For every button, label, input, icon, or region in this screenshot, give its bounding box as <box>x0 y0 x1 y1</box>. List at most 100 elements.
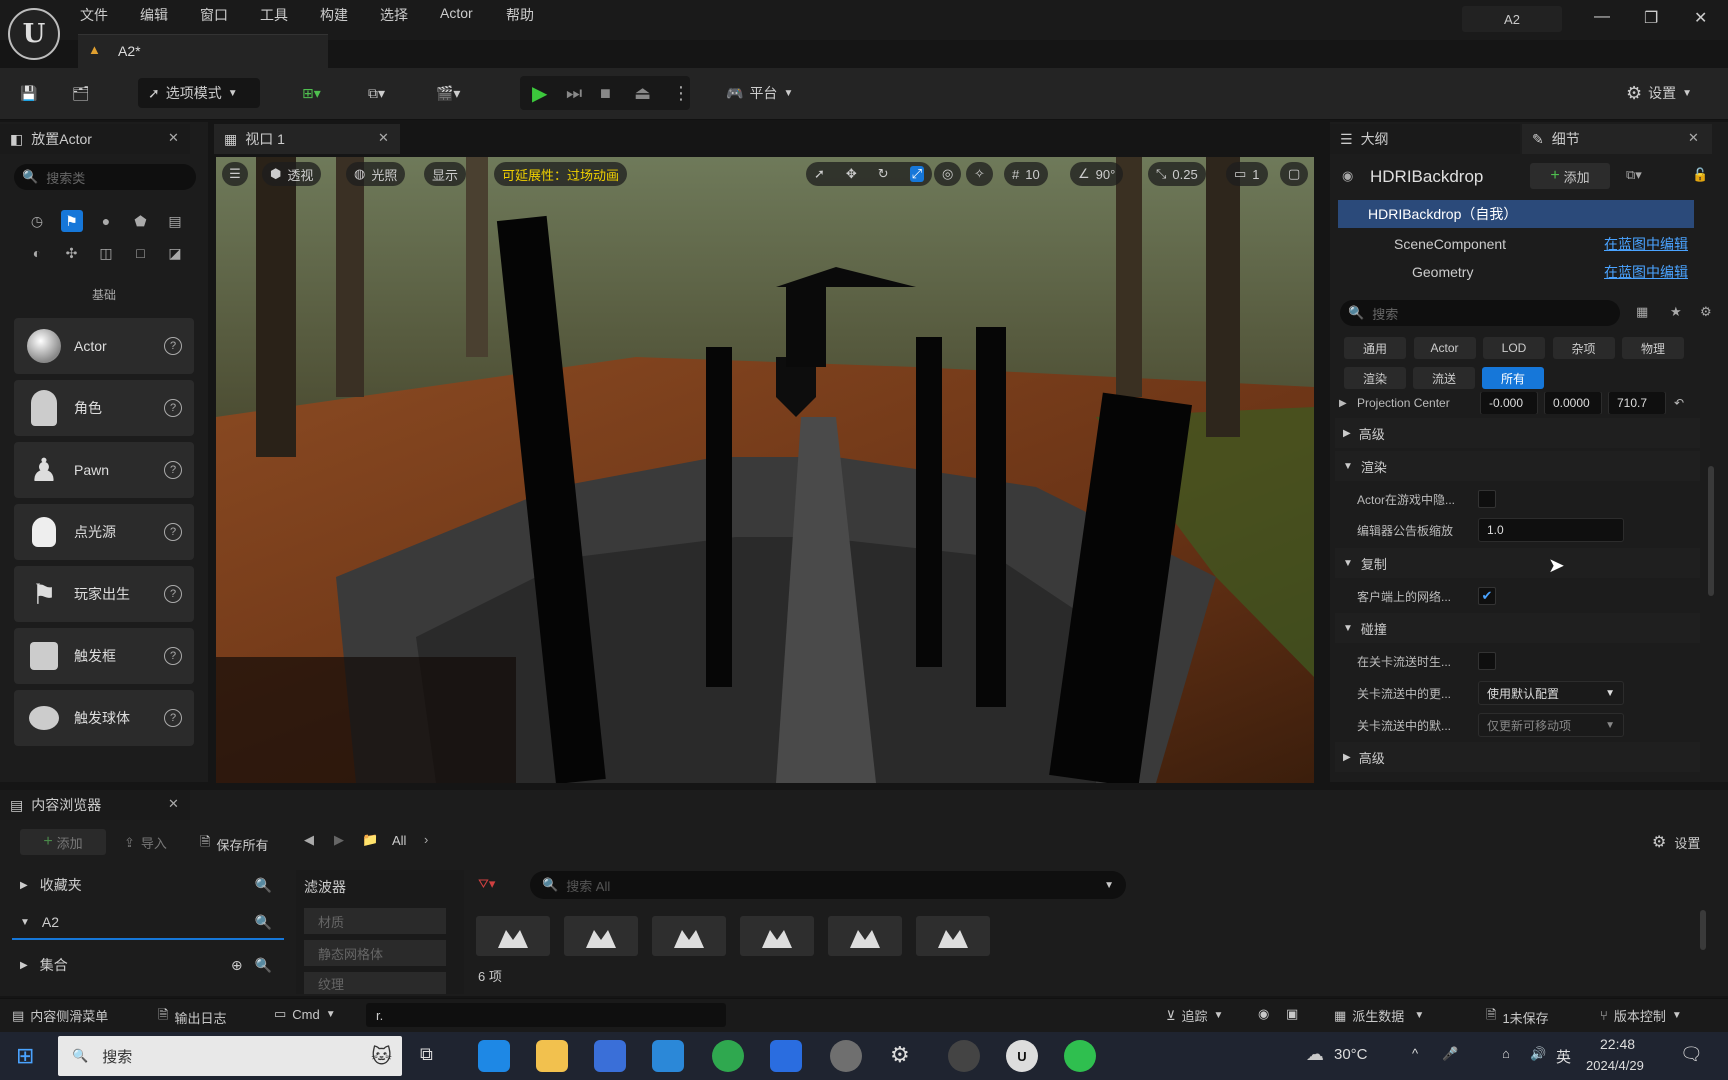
help-icon[interactable]: ? <box>164 523 182 541</box>
play-icon[interactable]: ▶ <box>532 78 547 108</box>
menu-select[interactable]: 选择 <box>380 5 408 25</box>
close-window-icon[interactable]: ✕ <box>1694 8 1707 28</box>
section-replication[interactable]: ▼ 复制 <box>1335 548 1700 578</box>
projection-x-field[interactable]: -0.000 <box>1480 392 1538 414</box>
help-icon[interactable]: ? <box>164 647 182 665</box>
filter-lod[interactable]: LOD <box>1483 337 1545 359</box>
expand-arrow-icon[interactable]: ▶ <box>1335 398 1357 409</box>
perspective-button[interactable]: ⬢ 透视 <box>262 162 322 186</box>
menu-actor[interactable]: Actor <box>440 5 473 21</box>
viewport-tab[interactable]: ▦ 视口 1 <box>214 124 400 154</box>
restore-icon[interactable]: ❐ <box>1644 8 1658 28</box>
console-input[interactable]: r. <box>366 1003 726 1027</box>
filter-rendering[interactable]: 渲染 <box>1344 367 1406 389</box>
menu-window[interactable]: 窗口 <box>200 5 228 25</box>
unreal-engine-icon[interactable]: U <box>1006 1040 1038 1072</box>
recent-icon[interactable]: ◷ <box>26 210 48 232</box>
screenshot-icon[interactable]: ▣ <box>1286 1006 1298 1022</box>
add-collection-icon[interactable]: ⊕ <box>231 957 243 974</box>
stream-generate-checkbox[interactable] <box>1478 652 1496 670</box>
store-icon[interactable] <box>594 1040 626 1072</box>
component-row-geometry[interactable]: Geometry 在蓝图中编辑 <box>1364 262 1694 282</box>
outliner-tab[interactable]: ☰ 大纲 <box>1330 124 1520 154</box>
details-scrollbar[interactable] <box>1708 466 1714 596</box>
billboard-scale-field[interactable]: 1.0 <box>1478 518 1624 542</box>
shapes-icon[interactable]: ⬟ <box>130 210 152 232</box>
search-icon[interactable]: 🔍 <box>255 957 272 974</box>
save-all-button[interactable]: 🗎 保存所有 <box>200 833 268 855</box>
actor-item-point-light[interactable]: 点光源 ? <box>14 504 194 560</box>
section-advanced[interactable]: ▶ 高级 <box>1335 418 1700 448</box>
lock-icon[interactable]: 🔓 <box>1692 167 1708 183</box>
save-icon[interactable]: 💾 <box>20 78 37 108</box>
forward-icon[interactable]: ▶ <box>334 832 344 848</box>
scalability-warning[interactable]: 可延展性：过场动画 <box>494 162 628 186</box>
settings-gear-icon[interactable]: ⚙ <box>890 1042 910 1068</box>
actor-item-player-start[interactable]: ⚑ 玩家出生 ? <box>14 566 194 622</box>
minimize-icon[interactable]: — <box>1594 8 1610 26</box>
projection-z-field[interactable]: 710.7 <box>1608 392 1666 414</box>
visual-effects-icon[interactable]: ◐ <box>26 242 48 264</box>
stop-icon[interactable]: ■ <box>600 78 611 108</box>
viewport-menu-icon[interactable]: ☰ <box>222 162 248 186</box>
section-collision[interactable]: ▼ 碰撞 <box>1335 613 1700 643</box>
maximize-viewport-icon[interactable]: ▢ <box>1280 162 1309 186</box>
close-panel-icon[interactable]: ✕ <box>168 796 179 812</box>
import-button[interactable]: ⇪ 导入 <box>124 833 167 852</box>
asset-search-input[interactable]: 🔍 搜索 All ▼ <box>530 871 1126 899</box>
trace-button[interactable]: ⊻ 追踪 ▼ <box>1166 1006 1223 1025</box>
mail-icon[interactable] <box>652 1040 684 1072</box>
chevron-right-icon[interactable]: › <box>424 832 428 847</box>
actor-search-input[interactable]: 🔍 搜索类 <box>14 164 196 190</box>
asset-thumbnail[interactable] <box>476 916 550 956</box>
add-content-icon[interactable]: ⊞▾ <box>302 78 321 108</box>
basic-icon[interactable]: ⚑ <box>60 210 83 232</box>
asset-thumbnail[interactable] <box>828 916 902 956</box>
rotation-snap-button[interactable]: ∠ 90° <box>1070 162 1124 186</box>
gear-icon[interactable]: ⚙ <box>1700 304 1712 320</box>
level-viewport[interactable] <box>216 157 1314 783</box>
clock-date[interactable]: 2024/4/29 <box>1586 1058 1644 1073</box>
cmd-dropdown[interactable]: ▭ Cmd ▼ <box>274 1006 336 1022</box>
more-categories-icon[interactable]: ◪ <box>164 242 186 264</box>
filter-static-mesh[interactable]: 静态网格体 <box>304 940 446 966</box>
edit-in-blueprint-link[interactable]: 在蓝图中编辑 <box>1604 234 1694 254</box>
edit-in-blueprint-link[interactable]: 在蓝图中编辑 <box>1604 262 1694 282</box>
section-rendering[interactable]: ▼ 渲染 <box>1335 451 1700 481</box>
details-search-input[interactable]: 🔍 搜索 <box>1340 300 1620 326</box>
actor-item-pawn[interactable]: ♟ Pawn ? <box>14 442 194 498</box>
close-tab-icon[interactable]: ✕ <box>378 130 389 146</box>
source-control-button[interactable]: ⑂ 版本控制 ▼ <box>1600 1006 1682 1025</box>
file-explorer-icon[interactable] <box>536 1040 568 1072</box>
output-log-button[interactable]: 🗎 输出日志 <box>158 1006 226 1028</box>
actor-item-trigger-box[interactable]: 触发框 ? <box>14 628 194 684</box>
actor-item-character[interactable]: 角色 ? <box>14 380 194 436</box>
network-icon[interactable]: ⌂ <box>1502 1046 1510 1061</box>
app-circle-icon[interactable] <box>830 1040 862 1072</box>
recorder-icon[interactable] <box>948 1040 980 1072</box>
cinematics-icon[interactable]: 🎬▾ <box>436 78 460 108</box>
collections-row[interactable]: ▶ 集合 ⊕ 🔍 <box>12 948 284 982</box>
menu-tools[interactable]: 工具 <box>260 5 288 25</box>
favorites-row[interactable]: ▶ 收藏夹 🔍 <box>12 868 284 902</box>
add-asset-button[interactable]: + 添加 <box>20 829 106 855</box>
component-row-self[interactable]: HDRIBackdrop（自我） <box>1338 200 1694 228</box>
stream-default-dropdown[interactable]: 仅更新可移动项 ▼ <box>1478 713 1624 737</box>
net-load-checkbox[interactable]: ✔ <box>1478 587 1496 605</box>
asset-thumbnail[interactable] <box>652 916 726 956</box>
step-icon[interactable]: ⏭ <box>566 78 582 108</box>
scale-snap-button[interactable]: ⤡ 0.25 <box>1148 162 1206 186</box>
windows-start-icon[interactable]: ⊞ <box>16 1043 34 1069</box>
record-icon[interactable]: ◉ <box>1258 1006 1269 1022</box>
back-icon[interactable]: ◀ <box>304 832 314 848</box>
app-icon[interactable] <box>770 1040 802 1072</box>
chrome-icon[interactable] <box>712 1040 744 1072</box>
close-panel-icon[interactable]: ✕ <box>168 130 179 146</box>
help-icon[interactable]: ? <box>164 399 182 417</box>
add-component-button[interactable]: + 添加 <box>1530 163 1610 189</box>
projection-y-field[interactable]: 0.0000 <box>1544 392 1602 414</box>
unreal-logo-icon[interactable]: U <box>8 8 60 60</box>
grid-snap-button[interactable]: # 10 <box>1004 162 1048 186</box>
actor-item-trigger-sphere[interactable]: 触发球体 ? <box>14 690 194 746</box>
browse-icon[interactable]: 🗂 <box>72 78 90 108</box>
